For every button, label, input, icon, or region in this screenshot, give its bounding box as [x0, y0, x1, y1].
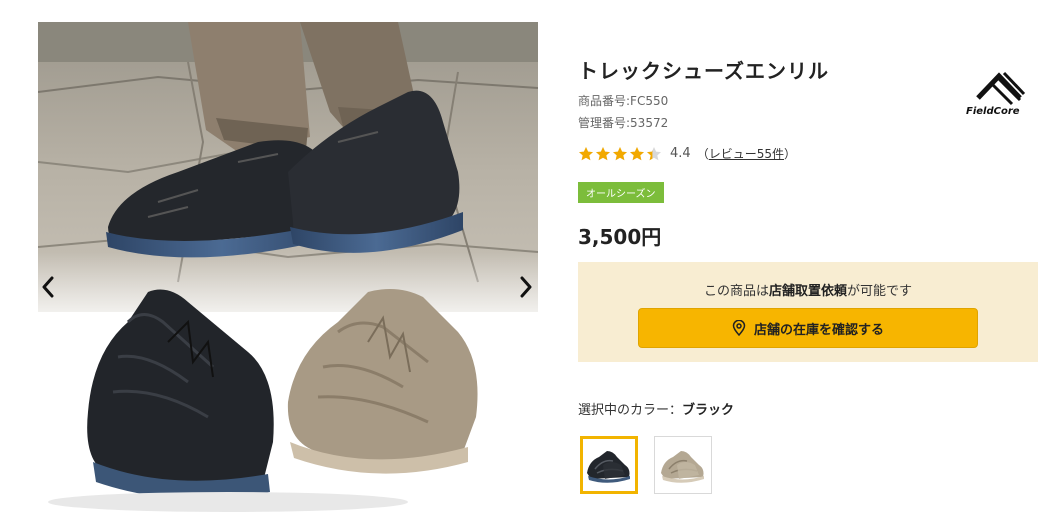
product-image-gallery[interactable]: [38, 22, 538, 518]
color-label-prefix: 選択中のカラー：: [578, 403, 683, 418]
check-store-stock-button[interactable]: 店舗の在庫を確認する: [638, 308, 978, 348]
season-badge: オールシーズン: [578, 182, 664, 203]
brand-name: FieldCore: [966, 106, 1020, 117]
pickup-notice: この商品は店舗取置依頼が可能です: [578, 280, 1038, 299]
brand-logo: FieldCore: [966, 68, 1028, 120]
star-icon: [630, 146, 644, 160]
rating-value: 4.4: [670, 146, 691, 161]
product-info: トレックシューズエンリル 商品番号:FC550 管理番号:53572 Field…: [578, 0, 1041, 518]
product-title: トレックシューズエンリル: [578, 59, 829, 83]
rating-stars: [578, 146, 662, 162]
review-prefix: （: [696, 147, 709, 161]
chevron-right-icon: [520, 276, 532, 298]
chevron-left-icon: [42, 276, 54, 298]
review-count-link[interactable]: レビュー55件: [709, 147, 784, 161]
product-code: 商品番号:FC550: [578, 94, 669, 108]
beige-shoe-thumbnail: [655, 437, 711, 493]
store-pickup-box: この商品は店舗取置依頼が可能です 店舗の在庫を確認する: [578, 262, 1038, 362]
map-pin-icon: [732, 320, 746, 336]
selected-color-name: ブラック: [682, 403, 735, 418]
color-swatch-black[interactable]: [580, 436, 638, 494]
pickup-text-bold: 店舗取置依頼: [768, 284, 847, 299]
gallery-prev-button[interactable]: [38, 272, 58, 302]
check-store-stock-label: 店舗の在庫を確認する: [753, 322, 884, 338]
black-shoe-thumbnail: [583, 439, 635, 491]
color-swatch-beige[interactable]: [654, 436, 712, 494]
review-suffix: ）: [783, 147, 796, 161]
pickup-text-after: が可能です: [847, 284, 913, 299]
product-rating: 4.4 （レビュー55件）: [578, 145, 796, 162]
star-icon: [647, 146, 661, 160]
pickup-text-before: この商品は: [703, 284, 769, 299]
star-icon: [596, 146, 610, 160]
star-icon: [613, 146, 627, 160]
product-price: 3,500円: [578, 225, 662, 249]
selected-color-label: 選択中のカラー：ブラック: [578, 399, 734, 418]
gallery-next-button[interactable]: [516, 272, 536, 302]
admin-code: 管理番号:53572: [578, 116, 669, 130]
product-photo: [38, 22, 538, 512]
star-icon: [579, 146, 593, 160]
